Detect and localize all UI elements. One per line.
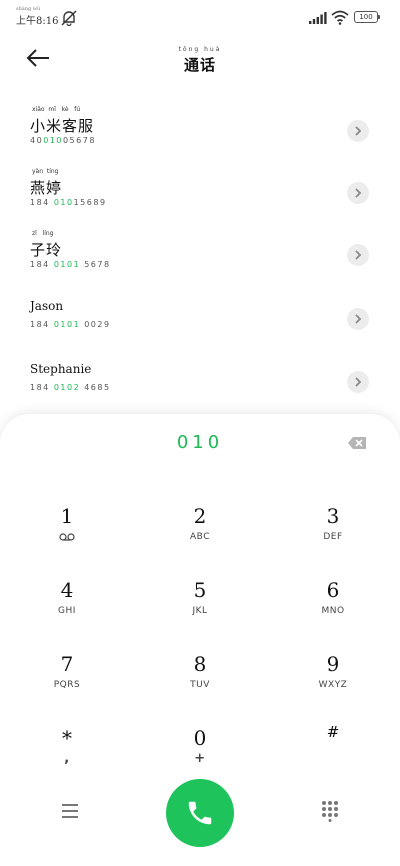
dial-key-5[interactable]: 5 JKL: [145, 578, 255, 638]
contact-name-pinyin: yàn tíng: [32, 168, 59, 175]
dial-key-3[interactable]: 3 DEF: [278, 504, 388, 564]
contact-name: Jason: [30, 299, 64, 313]
page-title-wrap: tōng huà 通话: [0, 46, 400, 75]
contact-item[interactable]: yàn tíng 燕婷 184 01015689: [0, 168, 400, 222]
contact-number: 4001005678: [30, 136, 96, 145]
signal-icon: [309, 12, 327, 24]
contact-name-pinyin: xiǎo mǐ kè fú: [32, 106, 81, 113]
status-time: shàng wǔ 上午8:16: [16, 6, 59, 27]
status-time-value: 8:16: [36, 16, 59, 27]
voicemail-icon: [59, 533, 75, 541]
menu-icon[interactable]: [60, 802, 80, 820]
dial-key-6[interactable]: 6 MNO: [278, 578, 388, 638]
battery-icon: 100: [354, 11, 380, 23]
backspace-icon[interactable]: [347, 436, 367, 450]
contact-number: 184 01015689: [30, 198, 107, 207]
match-highlight: 010: [43, 136, 63, 145]
contact-number: 184 0101 5678: [30, 260, 111, 269]
match-highlight: 0101: [53, 320, 81, 329]
contact-detail-button[interactable]: [347, 308, 369, 330]
match-highlight: 0102: [53, 383, 81, 392]
match-highlight: 0101: [53, 260, 81, 269]
dial-key-8[interactable]: 8 TUV: [145, 652, 255, 712]
bottom-bar: [0, 776, 400, 847]
contact-name: 子玲: [30, 241, 63, 259]
phone-icon: [188, 801, 212, 825]
contact-item[interactable]: Jason 184 0101 0029: [0, 294, 400, 348]
mute-icon: [61, 10, 77, 26]
chevron-right-icon: [355, 377, 362, 387]
chevron-right-icon: [355, 314, 362, 324]
contact-name: 燕婷: [30, 179, 63, 197]
contact-name-pinyin: zǐ líng: [32, 230, 54, 237]
contact-detail-button[interactable]: [347, 244, 369, 266]
page-title-pinyin: tōng huà: [178, 46, 222, 53]
contact-number: 184 0101 0029: [30, 320, 111, 329]
wifi-icon: [331, 10, 349, 25]
status-bar: shàng wǔ 上午8:16 100: [0, 0, 400, 36]
status-time-prefix: 上午: [16, 16, 36, 27]
match-highlight: 010: [53, 198, 74, 207]
chevron-right-icon: [355, 250, 362, 260]
status-time-prefix-pinyin: shàng wǔ: [16, 6, 41, 12]
dial-key-1[interactable]: 1: [12, 504, 122, 564]
contact-name: 小米客服: [30, 117, 95, 135]
header: tōng huà 通话: [0, 40, 400, 76]
contact-item[interactable]: xiǎo mǐ kè fú 小米客服 4001005678: [0, 106, 400, 160]
contact-item[interactable]: zǐ líng 子玲 184 0101 5678: [0, 230, 400, 284]
dial-key-7[interactable]: 7 PQRS: [12, 652, 122, 712]
contact-number: 184 0102 4685: [30, 383, 111, 392]
keypad-icon[interactable]: [320, 800, 340, 822]
dial-key-2[interactable]: 2 ABC: [145, 504, 255, 564]
contact-detail-button[interactable]: [347, 371, 369, 393]
contact-name: Stephanie: [30, 362, 92, 376]
call-button[interactable]: [166, 779, 234, 847]
page-title: 通话: [183, 56, 216, 74]
dial-key-9[interactable]: 9 WXYZ: [278, 652, 388, 712]
chevron-right-icon: [355, 188, 362, 198]
dial-key-hash[interactable]: #: [278, 720, 388, 780]
chevron-right-icon: [355, 126, 362, 136]
contact-item[interactable]: Stephanie 184 0102 4685: [0, 357, 400, 411]
contact-detail-button[interactable]: [347, 182, 369, 204]
contact-detail-button[interactable]: [347, 120, 369, 142]
dial-number-input[interactable]: 010: [0, 432, 400, 453]
dial-key-4[interactable]: 4 GHI: [12, 578, 122, 638]
